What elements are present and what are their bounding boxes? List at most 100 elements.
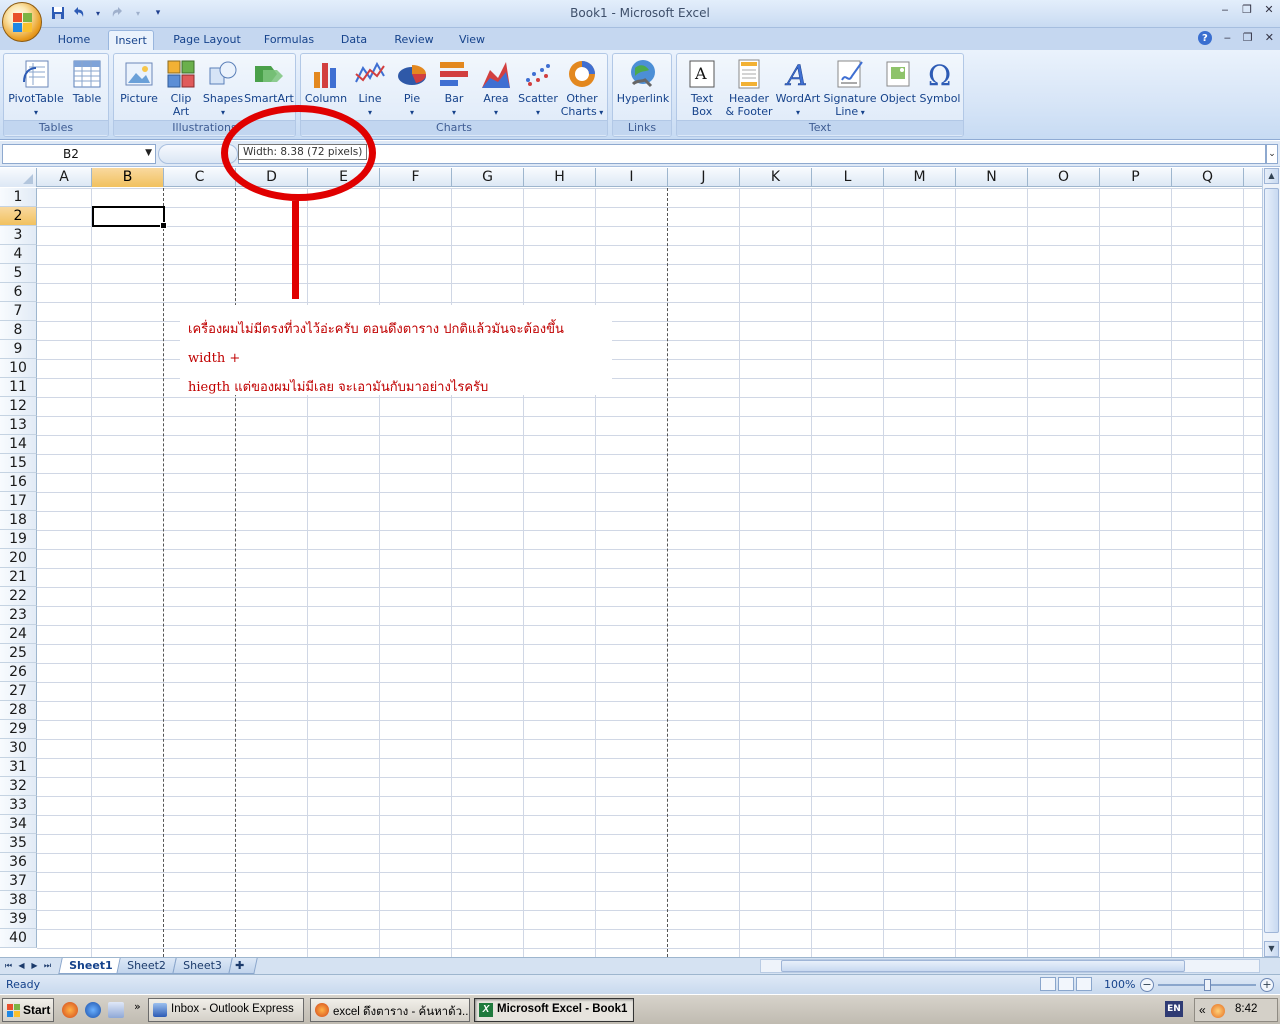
restore-icon[interactable]: ❐ [1240,2,1254,16]
row-header-2[interactable]: 2 [0,207,37,226]
quick-launch-chevron-icon[interactable]: » [134,1000,141,1013]
name-box[interactable]: B2 ▼ [2,144,156,164]
column-header-l[interactable]: L [812,168,884,187]
task-outlook-express[interactable]: Inbox - Outlook Express [148,998,304,1022]
close-icon[interactable]: ✕ [1262,2,1276,16]
sheet-tab-sheet2[interactable]: Sheet2 [116,958,177,974]
row-header-32[interactable]: 32 [0,777,37,796]
column-header-j[interactable]: J [668,168,740,187]
row-header-39[interactable]: 39 [0,910,37,929]
start-button[interactable]: Start [2,998,54,1022]
shapes-button[interactable]: Shapes ▾ [198,56,248,122]
zoom-out-icon[interactable]: − [1140,978,1154,992]
column-header-p[interactable]: P [1100,168,1172,187]
next-sheet-icon[interactable]: ▶ [28,959,41,973]
chevron-down-icon[interactable]: ▼ [145,148,152,158]
signature-line-button[interactable]: Signature Line ▾ [821,56,879,122]
row-header-40[interactable]: 40 [0,929,37,948]
row-header-6[interactable]: 6 [0,283,37,302]
scatter-chart-button[interactable]: Scatter ▾ [513,56,563,122]
row-header-28[interactable]: 28 [0,701,37,720]
column-header-m[interactable]: M [884,168,956,187]
horizontal-scroll-thumb[interactable] [781,960,1185,972]
text-box-button[interactable]: A Text Box [677,56,727,122]
row-header-21[interactable]: 21 [0,568,37,587]
workbook-minimize-icon[interactable]: ‒ [1224,31,1231,45]
column-header-k[interactable]: K [740,168,812,187]
row-header-13[interactable]: 13 [0,416,37,435]
row-header-8[interactable]: 8 [0,321,37,340]
row-header-22[interactable]: 22 [0,587,37,606]
tab-view[interactable]: View [452,30,492,50]
header-footer-button[interactable]: Header & Footer [723,56,775,122]
sheet-tab-sheet1[interactable]: Sheet1 [58,958,124,974]
sheet-tab-sheet3[interactable]: Sheet3 [172,958,233,974]
column-header-f[interactable]: F [380,168,452,187]
prev-sheet-icon[interactable]: ◀ [15,959,28,973]
row-header-33[interactable]: 33 [0,796,37,815]
column-header-c[interactable]: C [164,168,236,187]
zoom-knob[interactable] [1204,979,1211,991]
page-layout-view-icon[interactable] [1058,977,1074,991]
symbol-button[interactable]: Ω Symbol [915,56,965,122]
zoom-level[interactable]: 100% [1104,978,1135,991]
row-header-5[interactable]: 5 [0,264,37,283]
task-firefox-search[interactable]: excel ดึงตาราง - ค้นหาด้ว... [310,998,470,1022]
cell-area[interactable] [37,188,1262,957]
tab-formulas[interactable]: Formulas [258,30,320,50]
vertical-scroll-thumb[interactable] [1264,188,1279,933]
table-button[interactable]: Table [62,56,112,122]
tab-page-layout[interactable]: Page Layout [168,30,246,50]
row-header-17[interactable]: 17 [0,492,37,511]
row-header-3[interactable]: 3 [0,226,37,245]
row-header-16[interactable]: 16 [0,473,37,492]
language-indicator[interactable]: EN [1165,1001,1183,1017]
row-header-7[interactable]: 7 [0,302,37,321]
row-header-38[interactable]: 38 [0,891,37,910]
row-header-34[interactable]: 34 [0,815,37,834]
row-header-9[interactable]: 9 [0,340,37,359]
row-header-30[interactable]: 30 [0,739,37,758]
other-charts-button[interactable]: Other Charts ▾ [557,56,607,122]
row-header-12[interactable]: 12 [0,397,37,416]
row-header-20[interactable]: 20 [0,549,37,568]
worksheet-grid[interactable]: ABCDEFGHIJKLMNOPQ 1 2 3 4 5 6 7 8 9 10 11 12 13 14 15 1… [0,168,1262,957]
row-header-10[interactable]: 10 [0,359,37,378]
horizontal-scrollbar[interactable] [760,959,1260,973]
help-icon[interactable]: ? [1197,31,1212,45]
vertical-scrollbar[interactable]: ▲ ▼ [1262,168,1280,957]
workbook-restore-icon[interactable]: ❐ [1243,31,1253,45]
scroll-down-icon[interactable]: ▼ [1264,941,1279,957]
row-header-1[interactable]: 1 [0,188,37,207]
row-header-23[interactable]: 23 [0,606,37,625]
tab-home[interactable]: Home [52,30,96,50]
tray-app-icon[interactable] [1211,1004,1225,1018]
first-sheet-icon[interactable]: ⏮ [2,959,15,973]
tab-insert[interactable]: Insert [108,30,154,50]
zoom-in-icon[interactable]: + [1260,978,1274,992]
normal-view-icon[interactable] [1040,977,1056,991]
row-header-31[interactable]: 31 [0,758,37,777]
tab-review[interactable]: Review [388,30,440,50]
active-cell[interactable] [92,206,167,229]
last-sheet-icon[interactable]: ⏭ [41,959,54,973]
task-excel[interactable]: X Microsoft Excel - Book1 [474,998,634,1022]
row-header-4[interactable]: 4 [0,245,37,264]
insert-sheet-icon[interactable]: ✚ [228,958,258,974]
expand-formula-bar-icon[interactable]: ⌄ [1266,144,1278,164]
column-header-g[interactable]: G [452,168,524,187]
row-header-36[interactable]: 36 [0,853,37,872]
tab-data[interactable]: Data [334,30,374,50]
row-header-19[interactable]: 19 [0,530,37,549]
column-header-b[interactable]: B [92,168,164,187]
formula-input[interactable] [238,144,1266,164]
row-header-14[interactable]: 14 [0,435,37,454]
select-all-button[interactable] [0,168,37,187]
row-header-37[interactable]: 37 [0,872,37,891]
wordart-button[interactable]: A WordArt ▾ [773,56,823,122]
office-button[interactable] [2,2,42,42]
column-header-o[interactable]: O [1028,168,1100,187]
workbook-close-icon[interactable]: ✕ [1265,31,1274,45]
firefox-icon[interactable] [62,1002,78,1018]
column-header-h[interactable]: H [524,168,596,187]
